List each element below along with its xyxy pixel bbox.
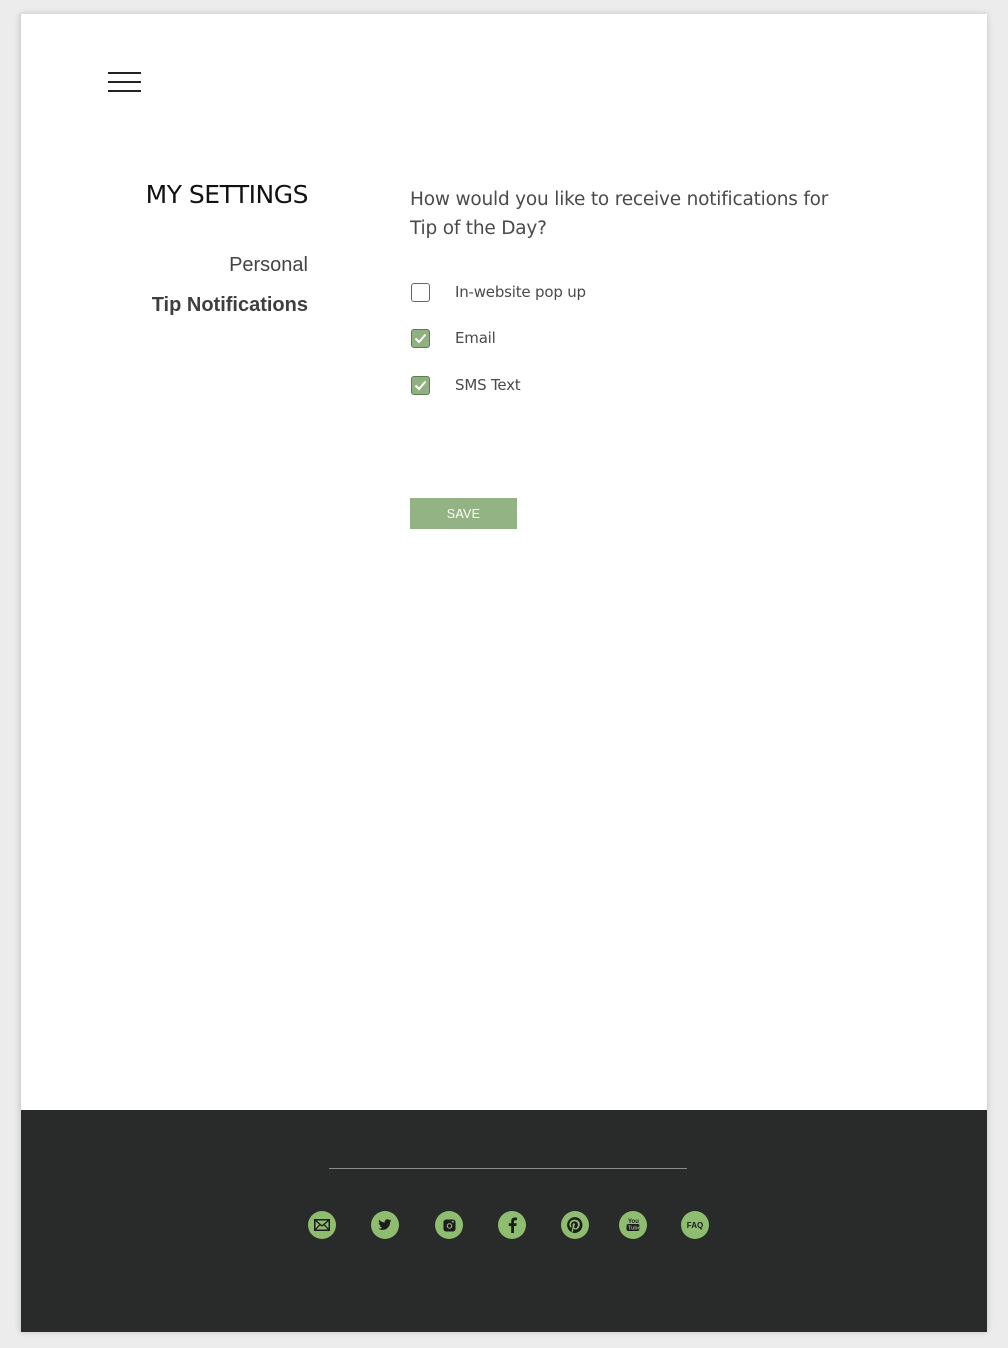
twitter-icon[interactable] [371,1211,399,1239]
sms-label: SMS Text [455,376,521,394]
sms-checkbox[interactable] [411,375,430,395]
option-email[interactable]: Email [411,326,496,350]
hamburger-line [108,90,141,92]
checkmark-icon [414,380,427,390]
hamburger-menu-icon[interactable] [108,71,141,95]
option-sms-text[interactable]: SMS Text [411,373,521,397]
sidebar-item-tip-notifications[interactable]: Tip Notifications [81,294,308,317]
instagram-icon[interactable] [435,1211,463,1239]
option-website-popup[interactable]: In-website pop up [411,280,586,304]
sidebar-item-personal[interactable]: Personal [81,254,308,277]
hamburger-line [108,81,141,83]
faq-label: FAQ [686,1220,704,1230]
popup-checkbox[interactable] [411,282,430,302]
checkmark-icon [414,333,427,343]
popup-label: In-website pop up [455,283,586,301]
footer-divider [329,1168,687,1169]
pinterest-icon[interactable] [561,1211,589,1239]
youtube-icon[interactable]: You Tube [619,1211,647,1239]
hamburger-line [108,72,141,74]
faq-icon[interactable]: FAQ [681,1211,709,1239]
svg-text:Tube: Tube [628,1226,641,1232]
facebook-icon[interactable] [498,1211,526,1239]
save-button[interactable]: SAVE [410,498,517,529]
settings-title: MY SETTINGS [145,180,309,209]
email-checkbox[interactable] [411,328,430,348]
notification-question: How would you like to receive notificati… [410,189,829,239]
email-label: Email [455,329,496,347]
footer: You Tube FAQ [21,1110,987,1332]
page: MY SETTINGS Personal Tip Notifications H… [20,14,987,1332]
email-icon[interactable] [308,1211,336,1239]
